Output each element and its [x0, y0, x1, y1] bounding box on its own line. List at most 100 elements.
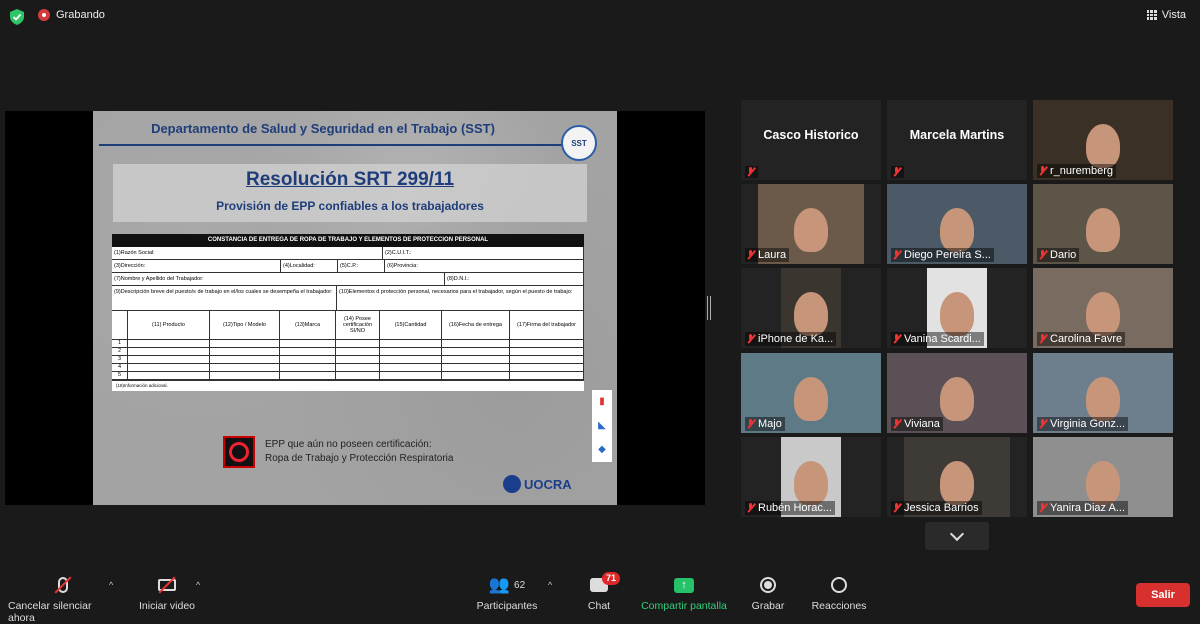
video-options-caret-icon[interactable]: ^ — [196, 580, 200, 590]
epp-form: CONSTANCIA DE ENTREGA DE ROPA DE TRABAJO… — [112, 234, 584, 391]
table-cell — [510, 340, 584, 348]
participant-tile[interactable]: Casco Historico — [741, 100, 881, 180]
participant-silhouette — [1086, 377, 1120, 421]
participant-name-display: Marcela Martins — [909, 128, 1005, 142]
microphone-muted-icon — [892, 334, 901, 344]
recording-label: Grabando — [56, 9, 105, 21]
participant-label: Diego Pereira S... — [891, 248, 994, 262]
table-cell — [380, 372, 442, 380]
microphone-muted-icon — [1038, 334, 1047, 344]
table-row-number: 4 — [112, 364, 128, 372]
view-label: Vista — [1161, 9, 1186, 21]
participants-icon: 👥 — [488, 575, 511, 594]
form-field: (6)Provincia: — [385, 260, 584, 272]
record-button[interactable]: Grabar — [750, 570, 786, 612]
microphone-muted-icon — [746, 167, 755, 177]
table-cell — [442, 356, 510, 364]
lifebuoy-icon — [223, 436, 255, 468]
participant-name: Jessica Barrios — [904, 502, 979, 514]
resolution-subtitle: Provisión de EPP confiables a los trabaj… — [216, 199, 484, 213]
participant-label: Rubén Horac... — [745, 501, 835, 515]
participant-name: r_nuremberg — [1050, 165, 1113, 177]
participant-label — [891, 166, 904, 178]
table-cell — [380, 340, 442, 348]
reactions-button[interactable]: Reacciones — [810, 570, 868, 612]
participant-silhouette — [1086, 208, 1120, 252]
recording-icon — [38, 9, 50, 21]
table-cell — [210, 364, 280, 372]
start-video-button[interactable]: Iniciar video — [136, 570, 198, 612]
form-field: (4)Localidad: — [281, 260, 338, 272]
uocra-logo: UOCRA — [503, 475, 572, 493]
microphone-muted-icon — [892, 167, 901, 177]
view-button[interactable]: Vista — [1146, 9, 1186, 21]
participant-tile[interactable]: Dario — [1033, 184, 1173, 264]
table-column-header: (14) Posee certificación SI/NO — [336, 311, 380, 340]
table-cell — [336, 348, 380, 356]
recording-indicator[interactable]: Grabando — [38, 9, 105, 21]
shield-check-icon[interactable] — [10, 9, 24, 25]
table-cell — [442, 348, 510, 356]
shared-screen[interactable]: Departamento de Salud y Seguridad en el … — [5, 111, 705, 505]
participant-label: Carolina Favre — [1037, 332, 1126, 346]
form-field: (9)Descripción breve del puesto/s de tra… — [112, 286, 337, 310]
participant-label: r_nuremberg — [1037, 164, 1116, 178]
participant-tile[interactable]: Virginia Gonz... — [1033, 353, 1173, 433]
pdf-icon: ▮ — [599, 396, 605, 407]
participant-name: Diego Pereira S... — [904, 249, 991, 261]
participants-options-caret-icon[interactable]: ^ — [548, 580, 552, 590]
participant-tile[interactable]: Marcela Martins — [887, 100, 1027, 180]
table-column-header: (15)Cantidad — [380, 311, 442, 340]
items-table: (11) Producto (12)Tipo / Modelo (13)Marca(… — [112, 311, 584, 381]
participant-tile[interactable]: Laura — [741, 184, 881, 264]
participant-label: Jessica Barrios — [891, 501, 982, 515]
grid-view-icon — [1146, 10, 1157, 20]
epp-line-1: EPP que aún no poseen certificación: — [265, 439, 432, 450]
participant-name-display: Casco Historico — [763, 128, 859, 142]
unmute-button[interactable]: Cancelar silenciar ahora — [8, 570, 118, 624]
participants-button[interactable]: 👥 62 Participantes — [474, 570, 540, 612]
table-cell — [280, 356, 336, 364]
participants-label: Participantes — [476, 600, 538, 612]
form-field: (1)Razón Social: — [112, 247, 383, 259]
table-cell — [280, 372, 336, 380]
table-cell — [442, 340, 510, 348]
participant-tile[interactable]: Carolina Favre — [1033, 268, 1173, 348]
participant-silhouette — [1086, 124, 1120, 168]
epp-line-2: Ropa de Trabajo y Protección Respiratori… — [265, 453, 454, 464]
participant-tile[interactable]: iPhone de Ka... — [741, 268, 881, 348]
participant-tile[interactable]: Viviana — [887, 353, 1027, 433]
chat-label: Chat — [587, 600, 611, 612]
leave-button[interactable]: Salir — [1136, 583, 1190, 607]
participant-silhouette — [940, 292, 974, 336]
participant-tile[interactable]: Rubén Horac... — [741, 437, 881, 517]
microphone-muted-icon — [746, 334, 755, 344]
presentation-slide: Departamento de Salud y Seguridad en el … — [93, 111, 617, 505]
participant-name: Laura — [758, 249, 787, 261]
share-screen-label: Compartir pantalla — [641, 600, 727, 612]
participant-tile[interactable]: r_nuremberg — [1033, 100, 1173, 180]
microphone-muted-icon — [892, 503, 901, 513]
table-cell — [280, 340, 336, 348]
table-cell — [510, 372, 584, 380]
participant-label: Yanira Diaz A... — [1037, 501, 1128, 515]
participant-tile[interactable]: Majo — [741, 353, 881, 433]
table-cell — [336, 340, 380, 348]
participant-tile[interactable]: Diego Pereira S... — [887, 184, 1027, 264]
audio-options-caret-icon[interactable]: ^ — [109, 580, 113, 590]
table-cell — [510, 356, 584, 364]
slide-header: Departamento de Salud y Seguridad en el … — [151, 121, 495, 136]
participant-tile[interactable]: Vanina Scardi... — [887, 268, 1027, 348]
participant-tile[interactable]: Yanira Diaz A... — [1033, 437, 1173, 517]
chat-button[interactable]: 71 Chat — [582, 570, 621, 612]
gallery-next-page-button[interactable] — [925, 522, 989, 550]
panel-resize-handle[interactable] — [707, 296, 711, 320]
globe-icon — [503, 475, 521, 493]
participant-tile[interactable]: Jessica Barrios — [887, 437, 1027, 517]
share-screen-icon: ↑ — [674, 577, 694, 593]
form-field: (7)Nombre y Apellido del Trabajador: — [112, 273, 445, 285]
record-icon — [760, 577, 776, 593]
participant-silhouette — [940, 208, 974, 252]
share-screen-button[interactable]: ↑ Compartir pantalla — [638, 570, 730, 612]
record-label: Grabar — [751, 600, 785, 612]
